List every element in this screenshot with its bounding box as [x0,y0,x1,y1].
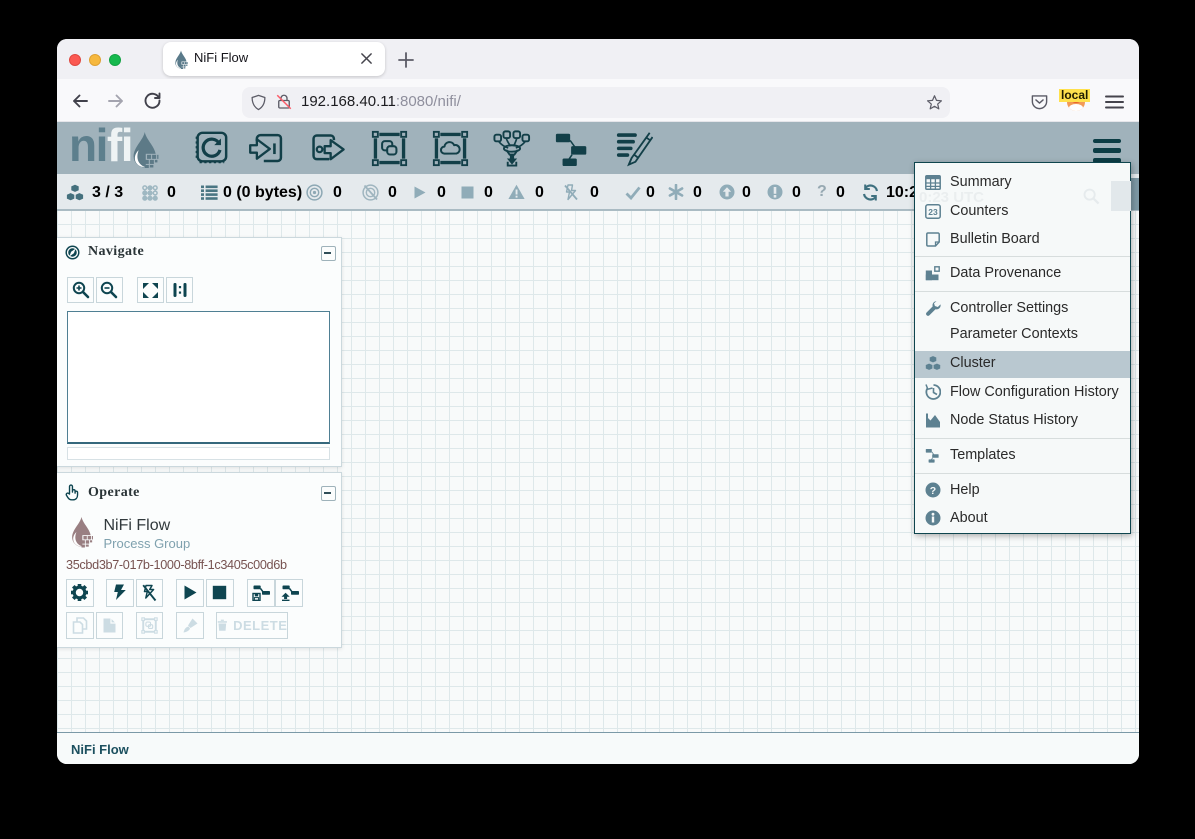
svg-text:?: ? [929,485,935,497]
svg-text:23: 23 [928,207,938,217]
